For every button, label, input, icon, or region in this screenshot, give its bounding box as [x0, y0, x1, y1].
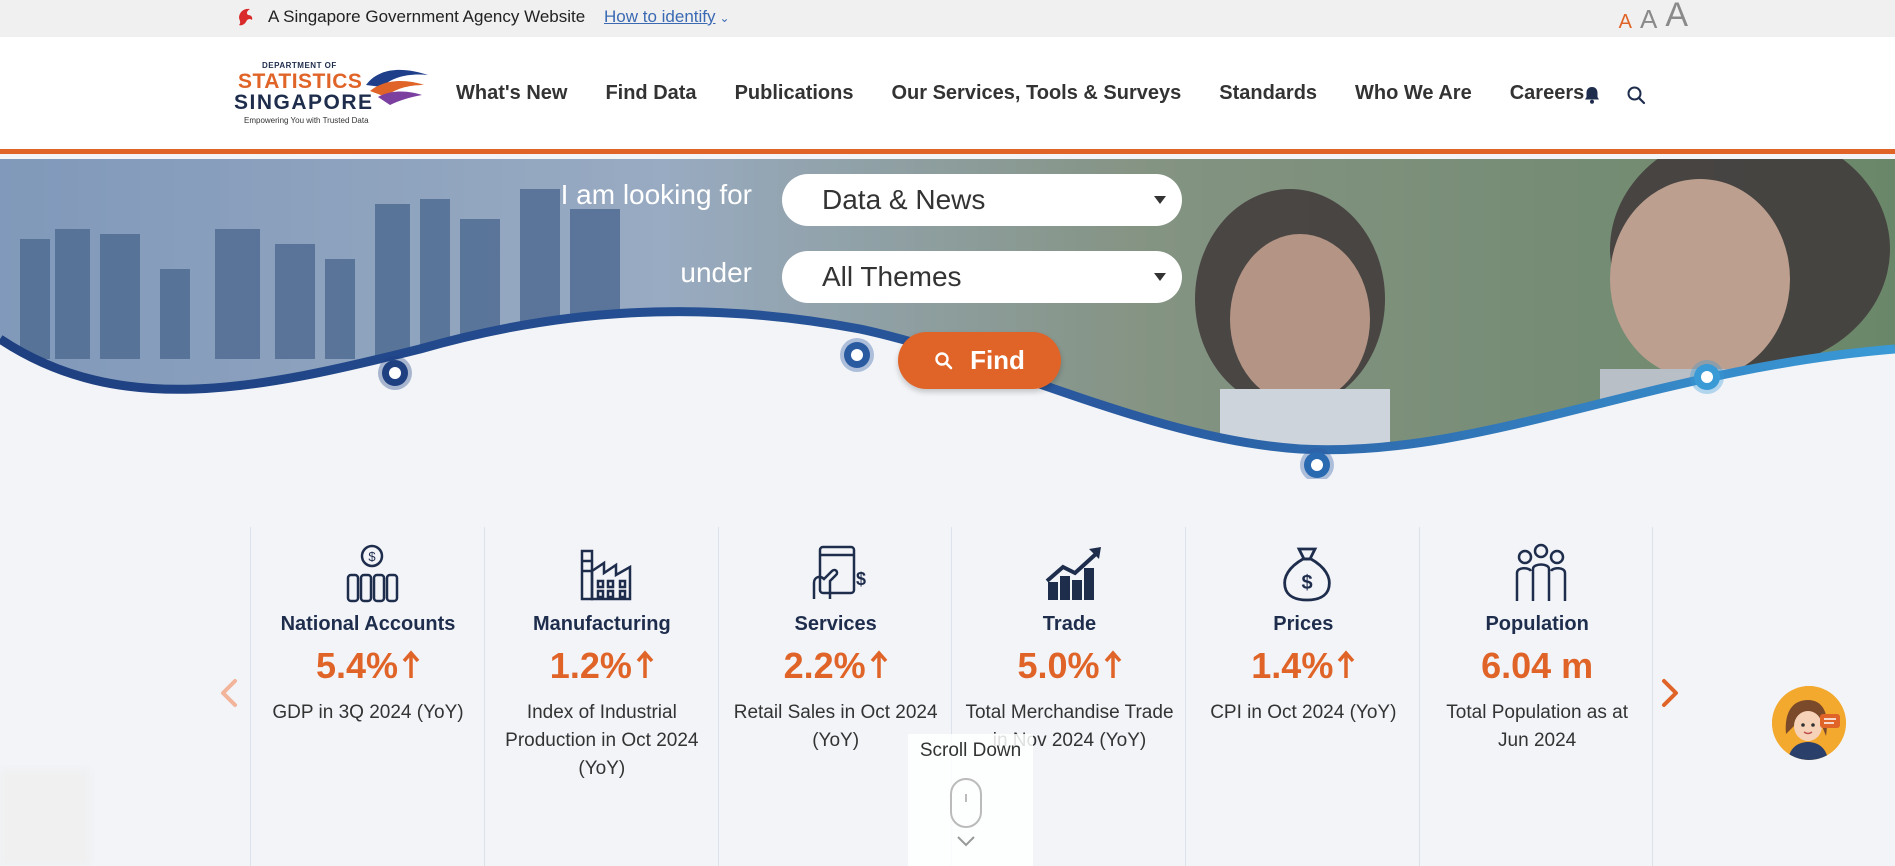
stat-value: 6.04 m: [1481, 645, 1594, 686]
looking-for-select[interactable]: Data & News: [782, 174, 1182, 226]
theme-value: All Themes: [822, 261, 962, 292]
nav-find-data[interactable]: Find Data: [605, 82, 696, 105]
nav-whats-new[interactable]: What's New: [456, 82, 567, 105]
nav-publications[interactable]: Publications: [735, 82, 854, 105]
stat-value: 1.2%: [485, 645, 719, 687]
under-label: under: [680, 257, 752, 288]
stat-title: National Accounts: [280, 613, 456, 635]
stat-value-text: 2.2%: [783, 645, 866, 686]
nav-services-tools-surveys[interactable]: Our Services, Tools & Surveys: [891, 82, 1181, 105]
stat-card-prices[interactable]: $ Prices 1.4% CPI in Oct 2024 (YoY): [1185, 527, 1419, 866]
bell-icon[interactable]: [1582, 85, 1602, 105]
singapore-lion-icon: [239, 8, 253, 26]
font-size-large-button[interactable]: A: [1665, 0, 1688, 32]
search-icon[interactable]: [1626, 85, 1646, 105]
stat-value-text: 5.4%: [315, 645, 399, 686]
looking-for-label: I am looking for: [560, 179, 752, 210]
blurred-overlay: [0, 770, 90, 866]
svg-text:$: $: [368, 549, 376, 564]
arrow-up-icon: [402, 650, 420, 678]
logo-swoosh-icon: [366, 69, 428, 105]
stat-value-text: 1.2%: [549, 645, 632, 686]
looking-for-value: Data & News: [822, 184, 986, 215]
theme-select[interactable]: All Themes: [782, 251, 1182, 303]
caret-down-icon: [1154, 196, 1166, 204]
hero-search-banner: I am looking for Data & News under All T…: [0, 159, 1895, 479]
people-icon: [1515, 543, 1567, 601]
card-payment-icon: $: [812, 545, 866, 599]
carousel-prev-arrow-icon[interactable]: [218, 677, 240, 709]
stat-description: GDP in 3Q 2024 (YoY): [272, 702, 464, 723]
stat-value-text: 5.0%: [1017, 645, 1100, 686]
growth-chart-icon: [1046, 547, 1102, 600]
stat-card-manufacturing[interactable]: Manufacturing 1.2% Index of Industrial P…: [483, 527, 719, 866]
caret-down-icon: [1154, 273, 1166, 281]
stat-value: 5.0%: [952, 645, 1186, 687]
money-bars-icon: $: [346, 544, 399, 603]
font-size-small-button[interactable]: A: [1619, 12, 1632, 32]
nav-standards[interactable]: Standards: [1219, 82, 1317, 105]
search-icon: [935, 351, 953, 369]
stat-description: Index of Industrial Production in Oct 20…: [505, 702, 699, 779]
logo-dept-text: DEPARTMENT OF: [262, 61, 337, 70]
font-size-controls: A A A: [1619, 0, 1688, 32]
stat-card-national-accounts[interactable]: $ National Accounts 5.4% GDP in 3Q 2024 …: [250, 527, 484, 866]
stat-title: Trade: [1042, 613, 1097, 635]
svg-text:$: $: [1302, 572, 1313, 594]
wave-node: [378, 356, 412, 390]
scroll-down-indicator[interactable]: Scroll Down: [908, 734, 1033, 866]
arrow-up-icon: [1338, 650, 1355, 678]
chevron-down-icon: [957, 836, 975, 847]
gov-masthead: A Singapore Government Agency Website Ho…: [0, 0, 1895, 37]
stat-title: Services: [794, 613, 877, 635]
stat-value: 1.4%: [1186, 645, 1420, 687]
stat-card-population[interactable]: Population 6.04 m Total Population as at…: [1419, 527, 1653, 866]
wave-node: [1690, 360, 1724, 394]
scroll-down-label: Scroll Down: [919, 740, 1022, 761]
carousel-next-arrow-icon[interactable]: [1659, 677, 1681, 709]
money-bag-icon: $: [1283, 547, 1332, 602]
font-size-medium-button[interactable]: A: [1640, 6, 1657, 32]
factory-icon: [580, 549, 632, 601]
find-button[interactable]: Find: [898, 332, 1061, 389]
chevron-down-icon: ⌄: [719, 11, 730, 25]
site-header: DEPARTMENT OF STATISTICS SINGAPORE Empow…: [0, 37, 1895, 154]
header-icons: [1582, 85, 1646, 105]
stat-value: 5.4%: [251, 645, 485, 687]
stat-value-text: 1.4%: [1251, 645, 1334, 686]
how-to-identify-link[interactable]: How to identify ⌄: [604, 7, 730, 27]
stat-value: 2.2%: [719, 645, 953, 687]
main-nav: What's New Find Data Publications Our Se…: [456, 82, 1584, 105]
chatbot-avatar-icon: [1772, 686, 1846, 760]
svg-text:$: $: [856, 569, 866, 589]
arrow-up-icon: [870, 650, 888, 678]
nav-careers[interactable]: Careers: [1510, 82, 1585, 105]
stat-title: Prices: [1273, 613, 1334, 635]
mouse-icon: [950, 778, 982, 828]
dos-logo[interactable]: DEPARTMENT OF STATISTICS SINGAPORE Empow…: [234, 61, 429, 131]
stat-title: Population: [1485, 613, 1589, 635]
stat-title: Manufacturing: [532, 613, 671, 635]
arrow-up-icon: [636, 650, 654, 678]
logo-tagline: Empowering You with Trusted Data: [244, 116, 369, 125]
stat-description: CPI in Oct 2024 (YoY): [1210, 702, 1397, 723]
arrow-up-icon: [1104, 650, 1121, 678]
how-to-identify-label: How to identify: [604, 7, 716, 26]
find-label: Find: [970, 345, 1025, 375]
stat-description: Total Population as at Jun 2024: [1446, 702, 1628, 751]
logo-singapore-text: SINGAPORE: [234, 91, 374, 114]
chatbot-avatar-button[interactable]: [1772, 686, 1846, 760]
nav-who-we-are[interactable]: Who We Are: [1355, 82, 1472, 105]
gov-agency-text: A Singapore Government Agency Website: [268, 7, 586, 26]
wave-node: [840, 338, 874, 372]
